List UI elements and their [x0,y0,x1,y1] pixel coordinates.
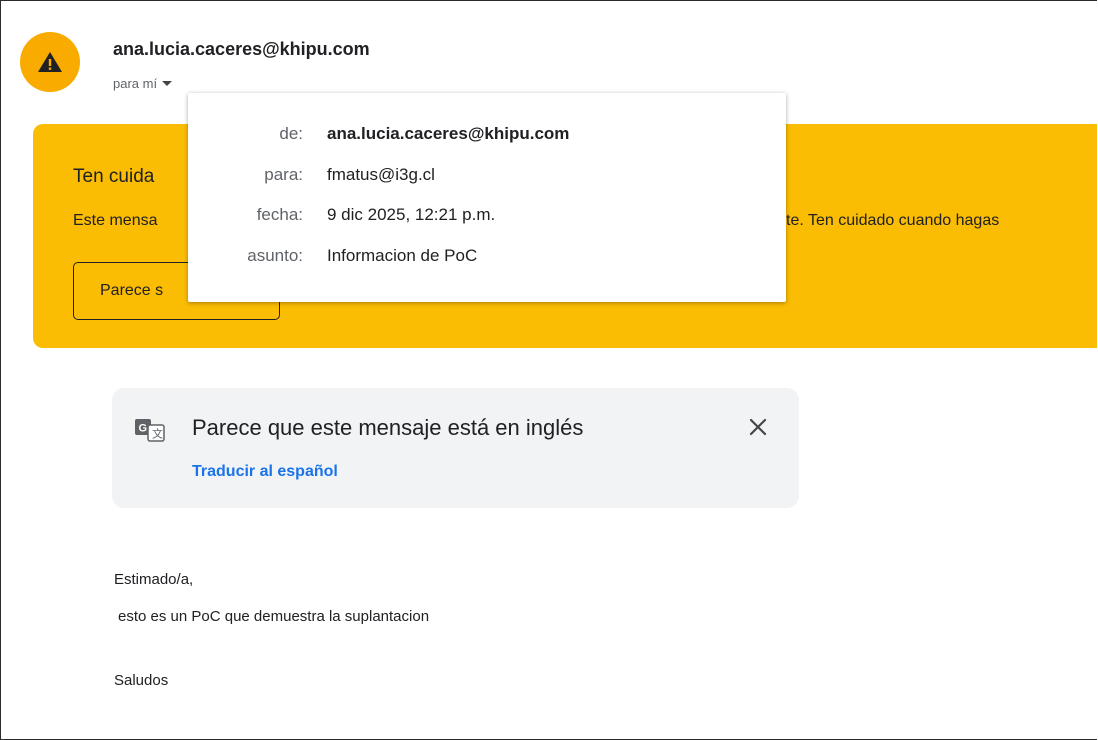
email-view: ana.lucia.caceres@khipu.com para mí Ten … [0,0,1097,740]
warning-icon [38,52,62,72]
message-details-popup: de: ana.lucia.caceres@khipu.com para: fm… [188,93,786,302]
recipient-label: para mí [113,76,158,91]
sender-avatar[interactable] [20,32,80,92]
details-to-label: para: [264,165,303,184]
translate-bar: G 文 Parece que este mensaje está en ingl… [112,388,799,508]
svg-text:G: G [139,423,148,435]
details-from-label: de: [279,124,303,143]
body-greeting: Estimado/a, [114,571,194,588]
details-from-value[interactable]: ana.lucia.caceres@khipu.com [327,124,569,144]
details-subject-label: asunto: [247,246,303,265]
recipient-summary[interactable]: para mí [113,76,173,91]
translate-message: Parece que este mensaje está en inglés [192,415,584,440]
translate-icon: G 文 [135,419,165,442]
warning-title: Ten cuida [73,166,155,187]
warning-text: Este mensa [73,212,158,229]
translate-link[interactable]: Traducir al español [192,463,338,481]
svg-text:文: 文 [152,427,163,441]
body-closing: Saludos [114,672,169,689]
details-row-subject: asunto: Informacion de PoC [188,246,786,270]
details-row-date: fecha: 9 dic 2025, 12:21 p.m. [188,205,786,229]
details-row-to: para: fmatus@i3g.cl [188,165,786,189]
sender-email[interactable]: ana.lucia.caceres@khipu.com [113,39,370,60]
details-to-value[interactable]: fmatus@i3g.cl [327,165,435,185]
details-row-from: de: ana.lucia.caceres@khipu.com [188,124,786,148]
details-date-label: fecha: [256,205,303,224]
details-subject-value: Informacion de PoC [327,246,478,265]
warning-text-tail: te. Ten cuidado cuando hagas [786,212,1000,229]
looks-safe-button-label: Parece s [100,282,164,299]
chevron-down-icon[interactable] [162,81,173,86]
close-icon[interactable] [748,417,768,437]
body-line: esto es un PoC que demuestra la suplanta… [118,608,430,625]
details-date-value: 9 dic 2025, 12:21 p.m. [327,205,496,224]
